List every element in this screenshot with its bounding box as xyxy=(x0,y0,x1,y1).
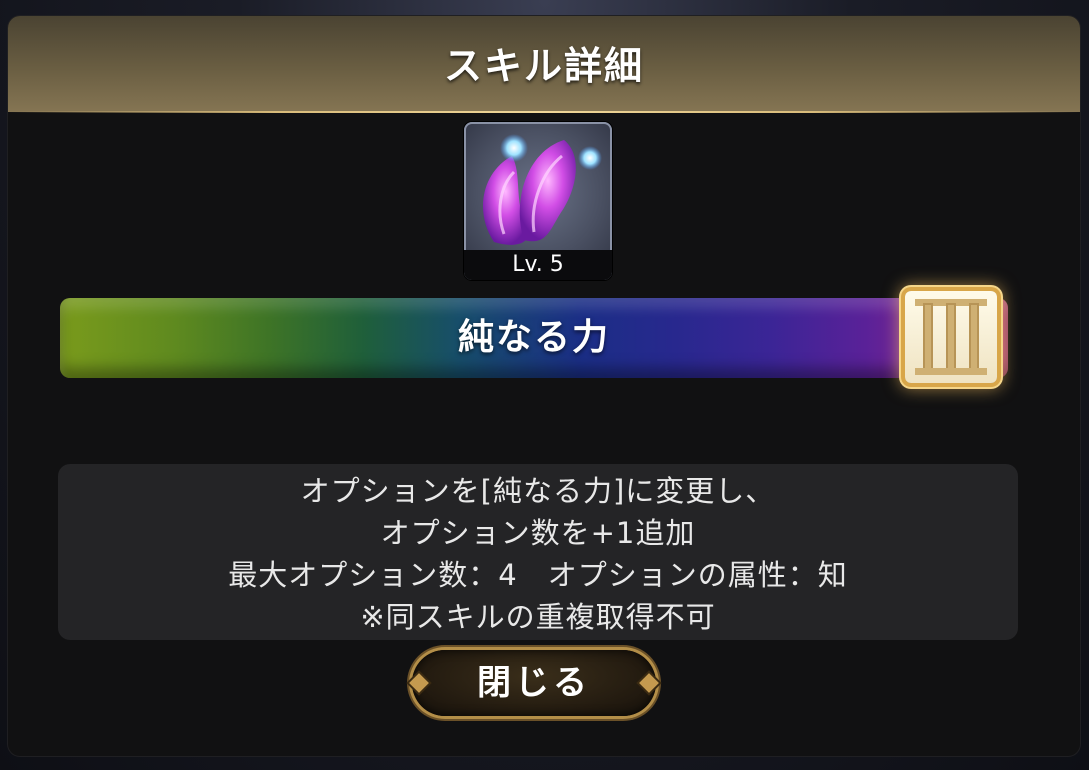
description-line: オプションを[純なる力]に変更し、 xyxy=(300,474,776,508)
skill-name-bar: 純なる力 xyxy=(60,298,1008,378)
rank-bar xyxy=(969,303,979,371)
skill-description-box: オプションを[純なる力]に変更し、 オプション数を+1追加 最大オプション数：4… xyxy=(58,464,1018,640)
skill-icon: Lv. 5 xyxy=(464,122,612,280)
roman-numeral-three-badge-icon xyxy=(905,291,997,383)
dialog-title: スキル詳細 xyxy=(443,44,644,88)
description-line: オプション数を+1追加 xyxy=(380,516,696,550)
purple-fox-tail-icon xyxy=(482,134,602,245)
skill-level-label: Lv. 5 xyxy=(464,250,612,280)
description-line: ※同スキルの重複取得不可 xyxy=(360,600,716,634)
rank-bar xyxy=(946,303,956,371)
rank-cap-bottom xyxy=(915,368,987,375)
skill-name: 純なる力 xyxy=(457,317,610,358)
rank-bar xyxy=(923,303,933,371)
description-line: 最大オプション数：4 オプションの属性：知 xyxy=(228,558,848,592)
close-button[interactable]: 閉じる xyxy=(412,650,656,716)
